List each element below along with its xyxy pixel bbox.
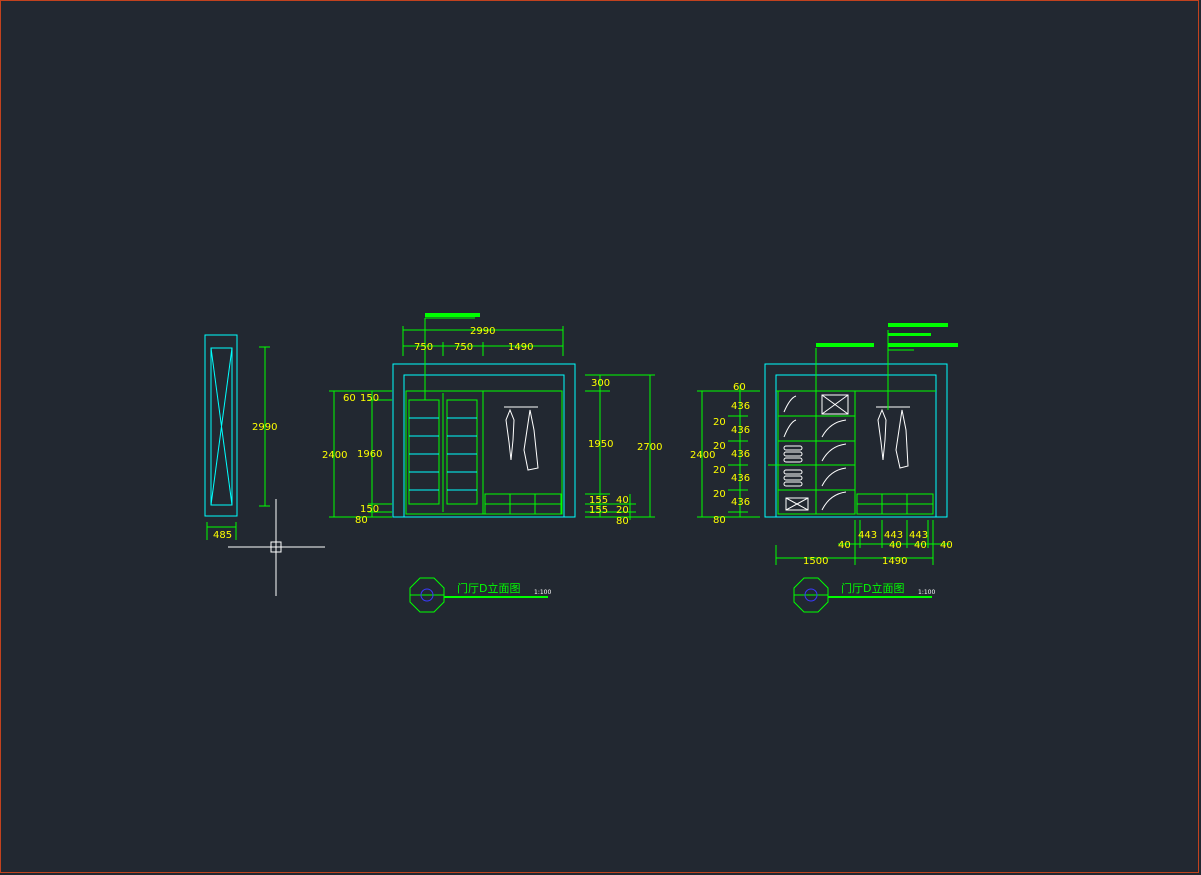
section-bottom-row-dim: 1490 (882, 556, 907, 567)
section-gap-dim: 40 (914, 540, 927, 551)
section-left-dim: 80 (713, 515, 726, 526)
section-left-total-dim: 2400 (690, 450, 715, 461)
front-right-small-dim: 80 (616, 516, 629, 527)
section-bottom-row-dim: 1500 (803, 556, 828, 567)
side-width-dim: 485 (213, 530, 232, 541)
front-elevation: 2990 750 750 1490 2400 60 150 1960 150 8… (322, 313, 662, 613)
front-left-dim: 80 (355, 515, 368, 526)
door-panel-right (446, 399, 478, 505)
front-left-dim: 1960 (357, 449, 382, 460)
hanging-clothes (895, 409, 909, 469)
section-elevation-title: 门厅D立面图 (841, 581, 904, 595)
hanging-clothes (505, 408, 515, 461)
section-left-dim: 436 (731, 425, 750, 436)
front-top-total-dim: 2990 (470, 326, 495, 337)
front-left-dim: 60 (343, 393, 356, 404)
section-left-dim: 436 (731, 449, 750, 460)
section-left-dim: 20 (713, 417, 726, 428)
section-left-dim: 20 (713, 441, 726, 452)
section-left-dim: 436 (731, 473, 750, 484)
section-elevation: 2400 60 436 20 436 20 436 20 436 20 436 … (690, 323, 958, 613)
front-right-total-dim: 2700 (637, 442, 662, 453)
section-left-dim: 20 (713, 489, 726, 500)
front-right-dim: 155 (589, 505, 608, 516)
cad-crosshair-cursor-icon (228, 499, 325, 596)
front-right-dim: 300 (591, 378, 610, 389)
section-left-dim: 20 (713, 465, 726, 476)
leader-label-bar (816, 343, 874, 347)
front-top-dim: 1490 (508, 342, 533, 353)
front-elevation-title: 门厅D立面图 (457, 581, 520, 595)
front-left-dim: 150 (360, 504, 379, 515)
cabinet-body (405, 390, 563, 515)
door-panel-left (408, 399, 440, 505)
leader-label-bar (888, 343, 958, 347)
hanging-clothes (877, 408, 887, 461)
section-gap-dim: 40 (838, 540, 851, 551)
section-elevation-scale: 1:100 (918, 589, 935, 596)
section-bottom-dim: 443 (858, 530, 877, 541)
leader-label-bar (425, 313, 480, 317)
front-top-dim: 750 (414, 342, 433, 353)
octagon-section-marker-icon (793, 577, 829, 613)
side-view: 2990 485 (204, 334, 277, 541)
front-right-dim: 1950 (588, 439, 613, 450)
folded-clothes (783, 395, 847, 511)
hanging-clothes (523, 409, 539, 471)
front-top-dim: 750 (454, 342, 473, 353)
front-right-small-dim: 20 (616, 505, 629, 516)
cad-drawing[interactable]: 2990 485 2990 750 750 1490 2400 60 150 1… (0, 0, 1201, 875)
section-left-dim: 60 (733, 382, 746, 393)
section-gap-dim: 40 (940, 540, 953, 551)
side-height-dim: 2990 (252, 422, 277, 433)
leader-label-bar (888, 323, 948, 327)
wall-opening (403, 374, 565, 518)
section-left-dim: 436 (731, 497, 750, 508)
section-left-dim: 436 (731, 401, 750, 412)
front-left-dim: 150 (360, 393, 379, 404)
front-elevation-scale: 1:100 (534, 589, 551, 596)
front-left-total-dim: 2400 (322, 450, 347, 461)
leader-label-bar (888, 333, 931, 336)
octagon-section-marker-icon (409, 577, 445, 613)
section-gap-dim: 40 (889, 540, 902, 551)
